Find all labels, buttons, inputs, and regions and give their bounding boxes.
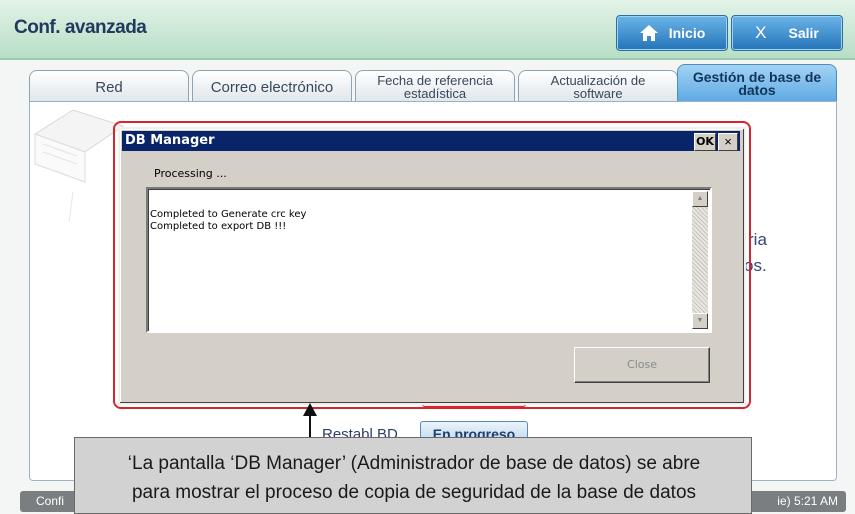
arrow-head	[303, 403, 317, 416]
tab-software-update-label: Actualización de software	[550, 73, 646, 101]
processing-status: Processing ...	[154, 167, 227, 180]
ok-button[interactable]: OK	[694, 133, 716, 151]
tab-bar: Red Correo electrónico Fecha de referenc…	[29, 64, 837, 103]
tab-database-management-label: Gestión de base de datos	[692, 69, 822, 98]
scroll-up-arrow-icon[interactable]: ▲	[692, 191, 708, 207]
dialog-title-bar[interactable]: DB Manager OK ×	[122, 131, 740, 151]
tab-statistics-date[interactable]: Fecha de referencia estadística	[355, 70, 515, 103]
close-button[interactable]: Close	[574, 347, 710, 383]
close-icon: X	[755, 23, 767, 42]
status-left-text: Confi	[36, 494, 65, 508]
callout-line-2: para mostrar el proceso de copia de segu…	[131, 482, 697, 503]
home-icon	[639, 25, 658, 41]
header-bar: Conf. avanzada Inicio X Salir	[0, 0, 855, 60]
vertical-scrollbar[interactable]: ▲ ▼	[692, 191, 708, 329]
home-button[interactable]: Inicio	[616, 15, 728, 51]
exit-button[interactable]: X Salir	[731, 15, 843, 51]
arrow-up-icon	[309, 414, 311, 437]
log-line: Completed to export DB !!!	[150, 221, 287, 232]
tab-software-update[interactable]: Actualización de software	[518, 70, 678, 103]
tab-red-label: Red	[95, 78, 123, 96]
status-clock: ie) 5:21 AM	[777, 494, 838, 508]
scroll-down-arrow-icon[interactable]: ▼	[692, 313, 708, 329]
home-button-label: Inicio	[668, 25, 706, 41]
close-icon[interactable]: ×	[718, 133, 738, 151]
app-window: Conf. avanzada Inicio X Salir Red Correo…	[0, 0, 855, 514]
tab-email[interactable]: Correo electrónico	[192, 70, 352, 103]
tab-database-management[interactable]: Gestión de base de datos	[677, 64, 837, 103]
page-title: Conf. avanzada	[14, 17, 147, 38]
tab-statistics-date-label: Fecha de referencia estadística	[377, 73, 493, 101]
callout-line-1: ‘La pantalla ‘DB Manager’ (Administrador…	[127, 453, 701, 474]
log-textbox[interactable]: Completed to Generate crc key Completed …	[146, 187, 712, 333]
log-line: Completed to Generate crc key	[150, 209, 307, 220]
device-illustration	[33, 109, 125, 222]
callout-caption: ‘La pantalla ‘DB Manager’ (Administrador…	[74, 437, 752, 514]
dialog-title: DB Manager	[125, 133, 215, 148]
db-manager-dialog: DB Manager OK × Processing ... Completed…	[118, 127, 746, 405]
tab-email-label: Correo electrónico	[210, 78, 334, 96]
exit-button-label: Salir	[788, 25, 819, 41]
tab-red[interactable]: Red	[29, 70, 189, 103]
